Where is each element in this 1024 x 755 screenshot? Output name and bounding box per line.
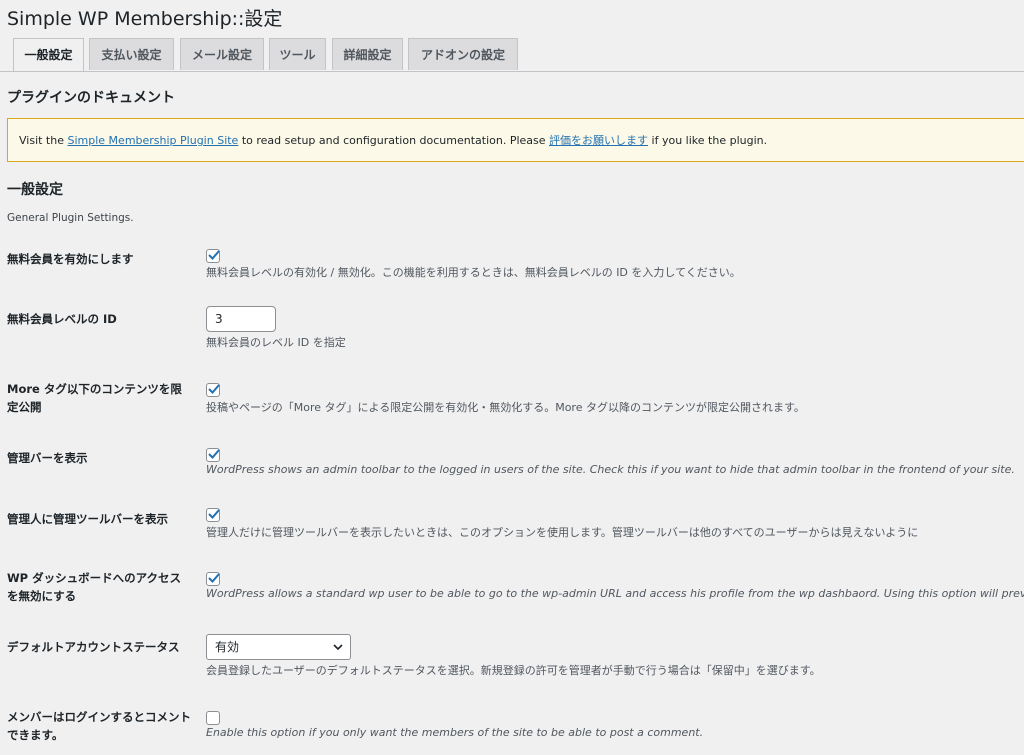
check-icon <box>208 250 220 260</box>
free-level-id-label: 無料会員レベルの ID <box>7 312 117 326</box>
free-membership-desc: 無料会員レベルの有効化 / 無効化。この機能を利用するときは、無料会員レベルの … <box>206 266 741 279</box>
chevron-down-icon <box>333 644 343 651</box>
tab-general[interactable]: 一般設定 <box>13 38 84 71</box>
settings-tabs: 一般設定 支払い設定 メール設定 ツール 詳細設定 アドオンの設定 <box>0 38 1024 72</box>
admin-toolbar-desc: 管理人だけに管理ツールバーを表示したいときは、このオプションを使用します。管理ツ… <box>206 526 919 539</box>
free-level-id-input[interactable]: 3 <box>206 306 276 332</box>
check-icon <box>208 573 220 583</box>
more-tag-protection-label: More タグ以下のコンテンツを限定公開 <box>7 382 182 414</box>
default-status-value: 有効 <box>215 640 240 654</box>
notice-middle: to read setup and configuration document… <box>238 134 550 147</box>
disable-dashboard-label: WP ダッシュボードへのアクセスを無効にする <box>7 571 182 603</box>
check-icon <box>208 449 220 459</box>
members-comment-label: メンバーはログインするとコメントできます。 <box>7 710 191 742</box>
general-heading: 一般設定 <box>7 182 63 198</box>
default-status-select[interactable]: 有効 <box>206 634 351 660</box>
free-membership-label: 無料会員を有効にします <box>7 252 134 266</box>
tab-payment[interactable]: 支払い設定 <box>89 38 174 70</box>
docs-notice: Visit the Simple Membership Plugin Site … <box>7 118 1024 162</box>
admin-toolbar-label: 管理人に管理ツールバーを表示 <box>7 512 168 526</box>
free-level-id-desc: 無料会員のレベル ID を指定 <box>206 336 346 349</box>
tab-addons[interactable]: アドオンの設定 <box>408 38 518 70</box>
notice-prefix: Visit the <box>19 134 68 147</box>
check-icon <box>208 384 220 394</box>
check-icon <box>208 509 220 519</box>
show-adminbar-desc: WordPress shows an admin toolbar to the … <box>206 463 1015 476</box>
notice-suffix: if you like the plugin. <box>648 134 768 147</box>
free-membership-checkbox[interactable] <box>206 249 220 263</box>
tab-tools[interactable]: ツール <box>269 38 326 70</box>
members-comment-desc: Enable this option if you only want the … <box>206 726 704 739</box>
more-tag-protection-desc: 投稿やページの「More タグ」による限定公開を有効化・無効化する。More タ… <box>206 401 805 414</box>
admin-toolbar-checkbox[interactable] <box>206 508 220 522</box>
general-description: General Plugin Settings. <box>7 212 134 224</box>
tab-advanced[interactable]: 詳細設定 <box>332 38 403 70</box>
show-adminbar-label: 管理バーを表示 <box>7 451 88 465</box>
disable-dashboard-checkbox[interactable] <box>206 572 220 586</box>
members-comment-checkbox[interactable] <box>206 711 220 725</box>
default-status-desc: 会員登録したユーザーのデフォルトステータスを選択。新規登録の許可を管理者が手動で… <box>206 664 821 677</box>
docs-heading: プラグインのドキュメント <box>7 90 175 106</box>
rate-plugin-link[interactable]: 評価をお願いします <box>549 134 648 147</box>
more-tag-protection-checkbox[interactable] <box>206 383 220 397</box>
default-status-label: デフォルトアカウントステータス <box>7 640 180 654</box>
disable-dashboard-desc: WordPress allows a standard wp user to b… <box>206 587 1024 600</box>
show-adminbar-checkbox[interactable] <box>206 448 220 462</box>
page-title: Simple WP Membership::設定 <box>7 8 283 30</box>
tab-email[interactable]: メール設定 <box>180 38 264 70</box>
plugin-site-link[interactable]: Simple Membership Plugin Site <box>68 134 239 147</box>
